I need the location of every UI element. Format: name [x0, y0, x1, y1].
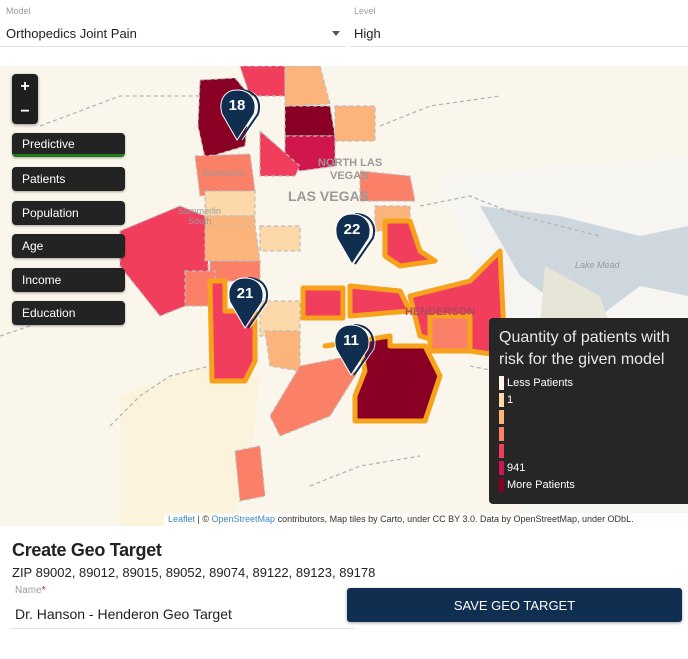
layer-button-predictive[interactable]: Predictive — [12, 133, 125, 157]
svg-text:VEGAS: VEGAS — [330, 170, 369, 182]
osm-link[interactable]: OpenStreetMap — [212, 514, 276, 524]
save-geo-target-button[interactable]: SAVE GEO TARGET — [347, 588, 682, 622]
legend-swatch — [499, 460, 504, 475]
form-title: Create Geo Target — [12, 540, 162, 560]
layer-button-population[interactable]: Population — [12, 201, 125, 225]
legend-swatch — [499, 409, 504, 424]
legend-item — [499, 442, 688, 459]
legend-label: Less Patients — [507, 376, 574, 389]
legend-item — [499, 408, 688, 425]
legend-item: 1 — [499, 391, 688, 408]
zoom-in-button[interactable]: + — [12, 74, 38, 99]
attribution-sep: | © — [195, 514, 212, 524]
place-label-lake-mead: Lake Mead — [575, 260, 621, 270]
model-underline — [0, 46, 346, 47]
legend-label: 1 — [507, 393, 514, 406]
legend-label: 941 — [507, 461, 526, 474]
legend-item: 941 — [499, 459, 688, 476]
name-label: Name* — [15, 585, 46, 596]
svg-text:HENDERSON: HENDERSON — [405, 306, 475, 318]
legend-swatch — [499, 392, 504, 407]
model-label: Model — [6, 6, 31, 16]
place-label-summerlin: Summerlin — [202, 168, 245, 178]
cluster-marker[interactable]: 22 — [335, 212, 377, 268]
svg-text:Summerlin: Summerlin — [178, 206, 221, 216]
zip-list: ZIP 89002, 89012, 89015, 89052, 89074, 8… — [12, 565, 376, 580]
cluster-count: 21 — [236, 285, 254, 302]
place-label-north-las-vegas: NORTH LAS — [318, 157, 382, 169]
legend-swatch — [499, 443, 504, 458]
legend-label: More Patients — [507, 478, 575, 491]
level-underline — [350, 46, 688, 47]
level-label: Level — [354, 6, 376, 16]
level-select[interactable]: High — [354, 26, 381, 41]
cluster-marker[interactable]: 11 — [334, 323, 376, 379]
map-legend: Quantity of patients with risk for the g… — [489, 318, 688, 504]
name-input[interactable]: Dr. Hanson - Henderon Geo Target — [15, 606, 232, 622]
legend-swatch — [499, 375, 504, 390]
name-label-text: Name — [15, 585, 42, 596]
attribution-text: contributors, Map tiles by Carto, under … — [275, 514, 634, 524]
legend-item — [499, 425, 688, 442]
layer-button-patients[interactable]: Patients — [12, 167, 125, 191]
legend-swatch — [499, 477, 504, 492]
name-underline — [10, 628, 355, 629]
cluster-marker[interactable]: 21 — [228, 276, 270, 332]
zoom-out-button[interactable]: − — [12, 99, 38, 124]
legend-item: Less Patients — [499, 374, 688, 391]
legend-title: Quantity of patients with risk for the g… — [499, 329, 670, 368]
chevron-down-icon[interactable] — [332, 31, 340, 36]
layer-button-income[interactable]: Income — [12, 268, 125, 292]
required-mark: * — [41, 585, 46, 596]
layer-button-education[interactable]: Education — [12, 301, 125, 325]
cluster-count: 22 — [343, 221, 361, 238]
cluster-count: 18 — [228, 97, 246, 114]
legend-swatch — [499, 426, 504, 441]
cluster-marker[interactable]: 18 — [220, 88, 262, 144]
leaflet-link[interactable]: Leaflet — [168, 514, 195, 524]
layer-button-age[interactable]: Age — [12, 234, 125, 258]
zoom-control: + − — [12, 74, 38, 124]
svg-text:LAS VEGAS: LAS VEGAS — [288, 188, 369, 204]
cluster-count: 11 — [343, 332, 359, 349]
model-select[interactable]: Orthopedics Joint Pain — [6, 26, 137, 41]
legend-item: More Patients — [499, 476, 688, 493]
svg-text:South: South — [188, 216, 212, 226]
map-attribution: Leaflet | © OpenStreetMap contributors, … — [164, 513, 688, 526]
